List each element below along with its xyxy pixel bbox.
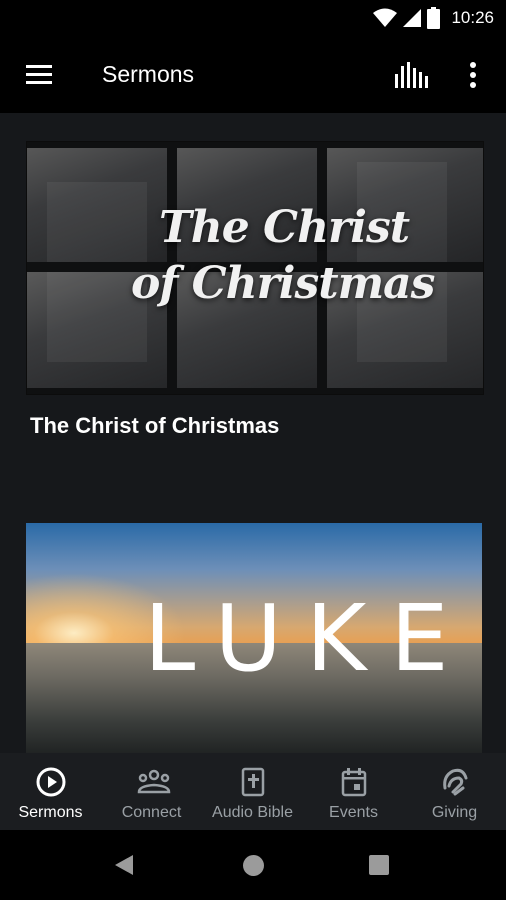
equalizer-icon[interactable] bbox=[394, 62, 428, 93]
sermon-card[interactable]: The Christ of Christmas The Christ of Ch… bbox=[26, 141, 484, 439]
artwork-title-line2: of Christmas bbox=[131, 258, 435, 309]
nav-item-connect[interactable]: Connect bbox=[101, 753, 202, 830]
signal-icon bbox=[403, 8, 421, 33]
nav-label: Sermons bbox=[18, 804, 83, 821]
sermon-artwork[interactable]: The Christ of Christmas bbox=[26, 141, 484, 395]
status-time: 10:26 bbox=[451, 8, 494, 27]
hamburger-menu-icon[interactable] bbox=[24, 60, 54, 90]
artwork-title: LUKE bbox=[144, 585, 473, 692]
wifi-icon bbox=[373, 8, 397, 33]
page-title: Sermons bbox=[102, 61, 195, 87]
home-icon[interactable] bbox=[243, 855, 264, 876]
sermon-card[interactable]: LUKE bbox=[26, 523, 482, 753]
status-icons bbox=[373, 7, 440, 34]
more-vert-icon[interactable] bbox=[468, 62, 478, 93]
nav-item-audio-bible[interactable]: Audio Bible bbox=[202, 753, 303, 830]
play-circle-icon bbox=[35, 766, 67, 798]
sermon-title[interactable]: The Christ of Christmas bbox=[30, 413, 482, 439]
sermon-list[interactable]: The Christ of Christmas The Christ of Ch… bbox=[0, 113, 506, 753]
status-bar: 10:26 bbox=[0, 0, 506, 36]
nav-label: Connect bbox=[121, 804, 182, 821]
sermon-artwork[interactable]: LUKE bbox=[26, 523, 482, 753]
artwork-title-line1: The Christ bbox=[159, 202, 410, 253]
bottom-navigation: Sermons Connect Audio Bible Events Givin… bbox=[0, 753, 506, 830]
bible-icon bbox=[237, 766, 269, 798]
nav-label: Audio Bible bbox=[212, 804, 293, 821]
back-icon[interactable] bbox=[113, 853, 135, 882]
nav-label: Events bbox=[329, 804, 378, 821]
nav-item-sermons[interactable]: Sermons bbox=[0, 753, 101, 830]
app-bar: Sermons bbox=[0, 36, 506, 113]
battery-icon bbox=[427, 7, 440, 34]
calendar-icon bbox=[338, 766, 370, 798]
group-icon bbox=[136, 766, 170, 798]
giving-hand-icon bbox=[439, 766, 471, 798]
recent-apps-icon[interactable] bbox=[369, 855, 389, 875]
nav-item-events[interactable]: Events bbox=[303, 753, 404, 830]
nav-label: Giving bbox=[431, 804, 478, 821]
system-navigation-bar bbox=[0, 830, 506, 900]
nav-item-giving[interactable]: Giving bbox=[404, 753, 505, 830]
